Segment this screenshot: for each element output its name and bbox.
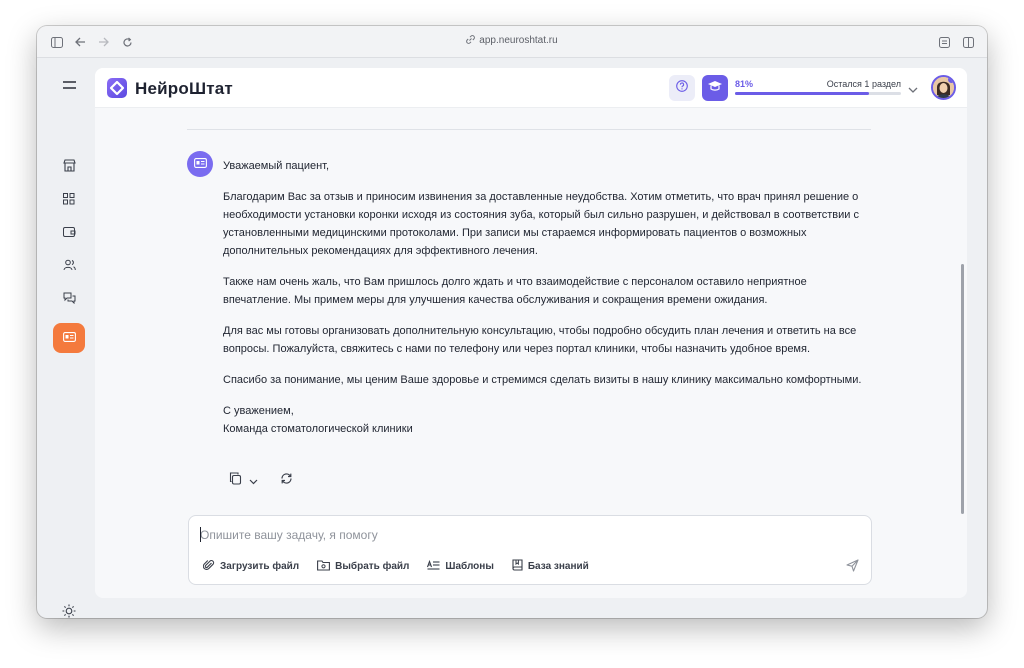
- scrollbar-thumb[interactable]: [961, 264, 964, 514]
- menu-button[interactable]: [53, 71, 85, 101]
- upload-file-button[interactable]: Загрузить файл: [202, 559, 300, 574]
- chat-icon: [63, 291, 76, 309]
- regenerate-button[interactable]: [280, 472, 293, 490]
- knowledge-base-button[interactable]: База знаний: [512, 559, 589, 574]
- templates-button[interactable]: Шаблоны: [427, 559, 494, 573]
- progress-percent: 81%: [735, 79, 754, 89]
- message-paragraph: Спасибо за понимание, мы ценим Ваше здор…: [223, 374, 862, 386]
- notification-dot: [948, 77, 954, 83]
- message-actions: [229, 472, 293, 490]
- message-paragraph: Для вас мы готовы организовать дополните…: [223, 325, 857, 355]
- split-view-icon[interactable]: [960, 34, 976, 50]
- sidebar-item-dashboard[interactable]: [53, 186, 85, 216]
- browser-window: app.neuroshtat.ru НейроШтат 81% Остался …: [37, 26, 987, 618]
- choose-file-button[interactable]: Выбрать файл: [317, 559, 410, 574]
- browser-toolbar: app.neuroshtat.ru: [37, 26, 987, 58]
- progress-remaining: Остался 1 раздел: [826, 79, 901, 89]
- sidebar-item-wallet[interactable]: [53, 219, 85, 249]
- brand-name[interactable]: НейроШтат: [135, 79, 233, 99]
- wallet-icon: [62, 225, 76, 243]
- theme-toggle[interactable]: [53, 598, 85, 618]
- sidebar-item-responses[interactable]: [53, 323, 85, 353]
- app-header: НейроШтат 81% Остался 1 раздел: [95, 68, 967, 108]
- avatar[interactable]: [931, 75, 956, 100]
- assistant-avatar: [187, 151, 213, 177]
- message-divider: [187, 129, 871, 130]
- question-icon: [676, 79, 688, 97]
- copy-button[interactable]: [229, 472, 258, 490]
- paperclip-icon: [202, 559, 215, 574]
- message-paragraph: Благодарим Вас за отзыв и приносим извин…: [223, 191, 859, 257]
- assistant-message: Уважаемый пациент, Благодарим Вас за отз…: [223, 157, 873, 438]
- app-sidebar: [37, 58, 95, 618]
- folder-icon: [317, 559, 331, 574]
- composer-tools: Загрузить файл Выбрать файл Шаблоны База…: [202, 559, 589, 574]
- app-main: НейроШтат 81% Остался 1 раздел Уважаемый…: [95, 68, 967, 598]
- address-bar[interactable]: app.neuroshtat.ru: [37, 35, 987, 47]
- message-greeting: Уважаемый пациент,: [223, 160, 330, 172]
- book-icon: [512, 559, 523, 574]
- chevron-down-icon[interactable]: [249, 472, 258, 490]
- progress-bar: [735, 92, 901, 95]
- learning-button[interactable]: [702, 75, 728, 101]
- progress-fill: [735, 92, 870, 95]
- copy-icon: [229, 472, 242, 490]
- store-icon: [62, 159, 76, 177]
- id-card-icon: [193, 155, 207, 173]
- message-signoff: С уважением, Команда стоматологической к…: [223, 402, 873, 438]
- logo-icon: [107, 78, 127, 98]
- choose-file-label: Выбрать файл: [335, 561, 410, 572]
- sidebar-item-users[interactable]: [53, 252, 85, 282]
- id-card-icon: [62, 329, 76, 347]
- prompt-input[interactable]: [200, 528, 800, 542]
- link-icon: [466, 35, 476, 47]
- templates-icon: [427, 559, 440, 573]
- reader-icon[interactable]: [936, 34, 952, 50]
- knowledge-base-label: База знаний: [527, 561, 589, 572]
- text-caret: [200, 527, 201, 542]
- graduation-cap-icon: [707, 79, 723, 97]
- send-icon: [846, 559, 859, 576]
- help-button[interactable]: [669, 75, 695, 101]
- refresh-icon: [280, 472, 293, 490]
- sidebar-item-chats[interactable]: [53, 285, 85, 315]
- sidebar-item-store[interactable]: [53, 153, 85, 183]
- menu-icon: [62, 77, 76, 95]
- chevron-down-icon[interactable]: [908, 81, 918, 99]
- templates-label: Шаблоны: [445, 561, 494, 572]
- grid-icon: [63, 192, 75, 210]
- signoff-line: С уважением,: [223, 405, 294, 417]
- sun-icon: [62, 604, 76, 619]
- composer: Загрузить файл Выбрать файл Шаблоны: [188, 515, 872, 585]
- send-button[interactable]: [846, 559, 859, 577]
- upload-file-label: Загрузить файл: [220, 561, 300, 572]
- url-text: app.neuroshtat.ru: [479, 35, 558, 46]
- signoff-line: Команда стоматологической клиники: [223, 423, 413, 435]
- users-icon: [63, 258, 76, 276]
- message-paragraph: Также нам очень жаль, что Вам пришлось д…: [223, 276, 807, 306]
